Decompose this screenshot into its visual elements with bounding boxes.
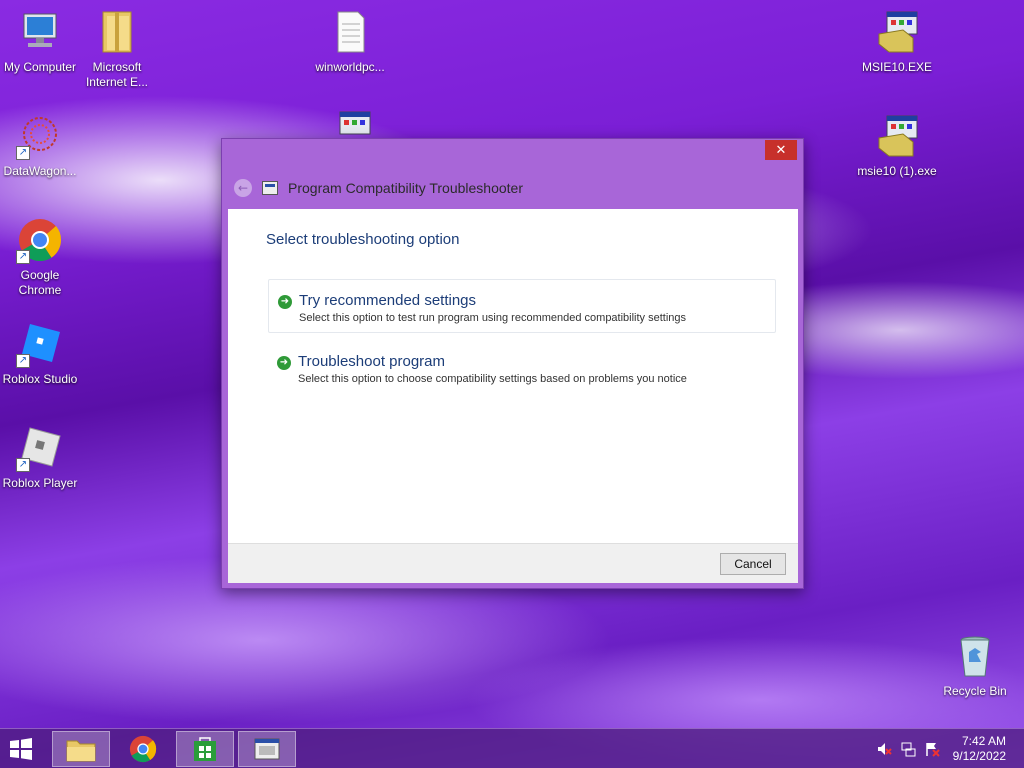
shortcut-arrow-icon: ↗	[16, 250, 30, 264]
desktop-icon-label: Roblox Player	[2, 476, 78, 490]
taskbar-troubleshooter[interactable]	[238, 731, 296, 767]
desktop-icon-label: winworldpc...	[315, 60, 385, 74]
desktop-icon-label: Recycle Bin	[943, 684, 1007, 698]
desktop-icon-label: My Computer	[3, 60, 77, 74]
folder-icon	[93, 8, 141, 56]
taskbar-store[interactable]	[176, 731, 234, 767]
troubleshooter-dialog: ✕ ← Program Compatibility Troubleshooter…	[221, 138, 804, 589]
volume-muted-icon[interactable]	[876, 741, 892, 757]
taskbar: 7:42 AM 9/12/2022	[0, 728, 1024, 768]
back-arrow-icon[interactable]: ←	[234, 179, 252, 197]
chrome-icon: ↗	[16, 216, 64, 264]
system-tray	[876, 741, 940, 757]
desktop-icon-label: Google Chrome	[18, 268, 62, 297]
desktop-icon-recycle-bin[interactable]: Recycle Bin	[935, 632, 1015, 699]
start-button[interactable]	[6, 736, 36, 762]
option-try-recommended-settings[interactable]: ➜ Try recommended settings Select this o…	[268, 279, 776, 333]
dialog-title: Program Compatibility Troubleshooter	[288, 180, 523, 196]
dialog-footer: Cancel	[228, 543, 798, 583]
network-icon[interactable]	[900, 741, 916, 757]
installer-icon	[873, 112, 921, 160]
desktop-icon-msie10-exe[interactable]: MSIE10.EXE	[857, 8, 937, 75]
desktop-icon-internet-explorer-folder[interactable]: Microsoft Internet E...	[77, 8, 157, 90]
shortcut-arrow-icon: ↗	[16, 458, 30, 472]
taskbar-clock[interactable]: 7:42 AM 9/12/2022	[953, 734, 1006, 764]
cancel-button[interactable]: Cancel	[720, 553, 786, 575]
desktop-icon-google-chrome[interactable]: ↗ Google Chrome	[0, 216, 80, 298]
text-document-icon	[326, 8, 374, 56]
windows-logo-icon	[10, 738, 32, 760]
desktop-icon-my-computer[interactable]: My Computer	[0, 8, 80, 75]
recycle-bin-icon	[951, 632, 999, 680]
section-title: Select troubleshooting option	[266, 231, 460, 248]
troubleshooter-app-icon	[254, 738, 280, 760]
green-arrow-icon: ➜	[278, 295, 292, 309]
clock-date: 9/12/2022	[952, 749, 1006, 763]
desktop-icon-label: Roblox Studio	[2, 372, 78, 386]
desktop-icon-label: DataWagon...	[3, 164, 77, 178]
option-description: Select this option to test run program u…	[299, 312, 687, 324]
option-description: Select this option to choose compatibili…	[298, 373, 687, 385]
desktop-icon-msie10-1-exe[interactable]: msie10 (1).exe	[857, 112, 937, 179]
installer-icon	[873, 8, 921, 56]
green-arrow-icon: ➜	[277, 356, 291, 370]
folder-icon	[66, 740, 96, 762]
option-troubleshoot-program[interactable]: ➜ Troubleshoot program Select this optio…	[268, 341, 776, 395]
desktop-icon-datawagon[interactable]: ↗ DataWagon...	[0, 112, 80, 179]
clock-time: 7:42 AM	[961, 734, 1006, 748]
action-center-flag-icon[interactable]	[924, 741, 940, 757]
computer-icon	[16, 8, 64, 56]
dialog-header: ← Program Compatibility Troubleshooter	[234, 177, 523, 199]
desktop-icon-winworldpc[interactable]: winworldpc...	[310, 8, 390, 75]
troubleshooter-app-icon	[262, 181, 278, 195]
close-button[interactable]: ✕	[765, 140, 797, 160]
desktop-icon-roblox-player[interactable]: ↗ Roblox Player	[0, 424, 80, 491]
desktop-icon-label: MSIE10.EXE	[861, 60, 933, 74]
chrome-icon	[129, 735, 157, 763]
store-icon	[194, 737, 216, 761]
taskbar-file-explorer[interactable]	[52, 731, 110, 767]
taskbar-google-chrome[interactable]	[114, 731, 172, 767]
desktop-icon-roblox-studio[interactable]: ↗ Roblox Studio	[0, 320, 80, 387]
desktop-icon-label: msie10 (1).exe	[857, 164, 937, 178]
option-title: Troubleshoot program	[298, 353, 446, 370]
roblox-studio-icon: ↗	[16, 320, 64, 368]
datawagon-logo-icon: ↗	[16, 112, 64, 160]
roblox-player-icon: ↗	[16, 424, 64, 472]
option-title: Try recommended settings	[299, 292, 477, 309]
shortcut-arrow-icon: ↗	[16, 146, 30, 160]
dialog-content: Select troubleshooting option ➜ Try reco…	[228, 209, 798, 543]
desktop-icon-label: Microsoft Internet E...	[85, 60, 149, 89]
shortcut-arrow-icon: ↗	[16, 354, 30, 368]
